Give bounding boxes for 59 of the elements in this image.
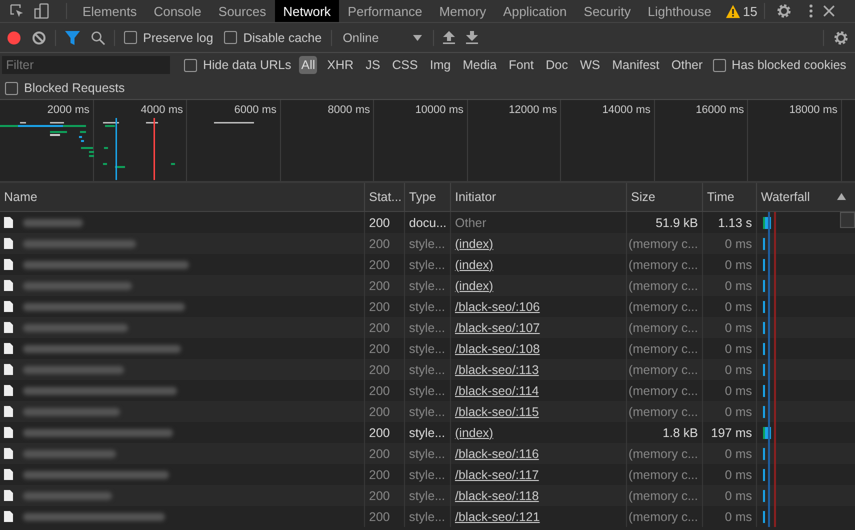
timeline-tick-label: 12000 ms [468,100,561,181]
column-header[interactable]: Stat... [364,183,404,211]
blocked-requests-checkbox[interactable]: Blocked Requests [5,81,125,95]
timeline-tick-label: 8000 ms [280,100,374,181]
initiator-link[interactable]: (index) [455,236,494,250]
type-filter-button[interactable]: Img [428,56,453,74]
initiator-link[interactable]: /black-seo/:121 [455,510,540,524]
initiator-link[interactable]: /black-seo/:115 [455,404,539,418]
preserve-log-checkbox[interactable]: Preserve log [124,30,214,44]
initiator-link[interactable]: (index) [455,426,494,440]
type-filter-button[interactable]: Font [506,56,536,74]
panel-tab[interactable]: Security [575,0,640,22]
column-header[interactable]: Name [0,183,364,211]
initiator-link[interactable]: /black-seo/:106 [455,300,540,314]
type-filter-button[interactable]: Other [669,56,705,74]
disable-cache-checkbox[interactable]: Disable cache [224,30,322,44]
filter-field[interactable]: Filter [2,56,170,74]
status-cell: 200 [364,506,404,527]
initiator-link[interactable]: /black-seo/:107 [455,320,540,334]
type-filter-button[interactable]: Media [460,56,499,74]
column-header[interactable]: Type [404,183,450,211]
type-filter-button[interactable]: CSS [390,56,420,74]
type-filter-button[interactable]: Manifest [610,56,662,74]
panel-tab[interactable]: Network [274,0,340,22]
timeline-tick-label: 16000 ms [654,100,748,181]
timeline-tick-label: 14000 ms [561,100,654,181]
initiator-link[interactable]: /black-seo/:108 [455,342,540,356]
initiator-link[interactable]: (index) [455,278,494,292]
type-filter-button[interactable]: JS [364,56,382,74]
column-header[interactable]: Initiator [450,183,626,211]
initiator-link[interactable]: /black-seo/:114 [455,384,539,398]
warning-count: 15 [742,4,758,18]
type-filter-button[interactable]: Doc [544,56,570,74]
hide-data-urls-checkbox[interactable]: Hide data URLs [184,58,292,72]
panel-tab[interactable]: Lighthouse [639,0,720,22]
initiator-link[interactable]: /black-seo/:117 [455,468,539,482]
initiator-link[interactable]: /black-seo/:113 [455,362,539,376]
initiator-link[interactable]: /black-seo/:118 [455,488,539,502]
size-cell: (memory c... [626,506,702,527]
initiator-cell: Other [455,216,486,230]
type-filter-button[interactable]: All [299,56,318,74]
column-header[interactable]: Time [702,183,756,211]
timeline-tick-label: 10000 ms [374,100,468,181]
initiator-link[interactable]: /black-seo/:116 [455,446,539,460]
panel-tab[interactable]: Application [494,0,576,22]
panel-tab[interactable]: Memory [430,0,495,22]
has-blocked-cookies-checkbox[interactable]: Has blocked cookies [712,58,846,72]
throttling-dropdown[interactable]: Online [340,30,424,44]
type-filter-button[interactable]: WS [578,56,602,74]
type-cell: style... [404,506,450,527]
time-cell: 0 ms [702,506,756,527]
initiator-link[interactable]: (index) [455,258,494,272]
panel-tab[interactable]: Console [145,0,210,22]
panel-tab[interactable]: Sources [210,0,275,22]
panel-tab[interactable]: Performance [339,0,431,22]
panel-tab[interactable]: Elements [74,0,146,22]
column-header[interactable]: Size [626,183,702,211]
timeline-tick-label: 18000 ms [748,100,842,181]
type-filter-button[interactable]: XHR [325,56,356,74]
